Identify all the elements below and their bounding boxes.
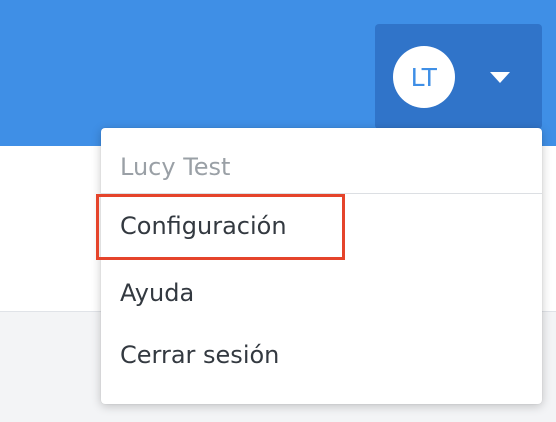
menu-item-settings[interactable]: Configuración (120, 212, 287, 240)
menu-divider (101, 193, 542, 194)
avatar: LT (393, 46, 455, 108)
user-menu-button[interactable]: LT (375, 24, 542, 129)
user-dropdown-menu: Lucy Test Configuración Ayuda Cerrar ses… (101, 128, 542, 404)
menu-item-help[interactable]: Ayuda (120, 279, 194, 307)
menu-item-logout[interactable]: Cerrar sesión (120, 341, 279, 369)
user-name-label: Lucy Test (120, 153, 231, 181)
caret-down-icon (490, 72, 510, 83)
app-page: LT Lucy Test Configuración Ayuda Cerrar … (0, 0, 556, 422)
avatar-initials: LT (410, 62, 438, 92)
